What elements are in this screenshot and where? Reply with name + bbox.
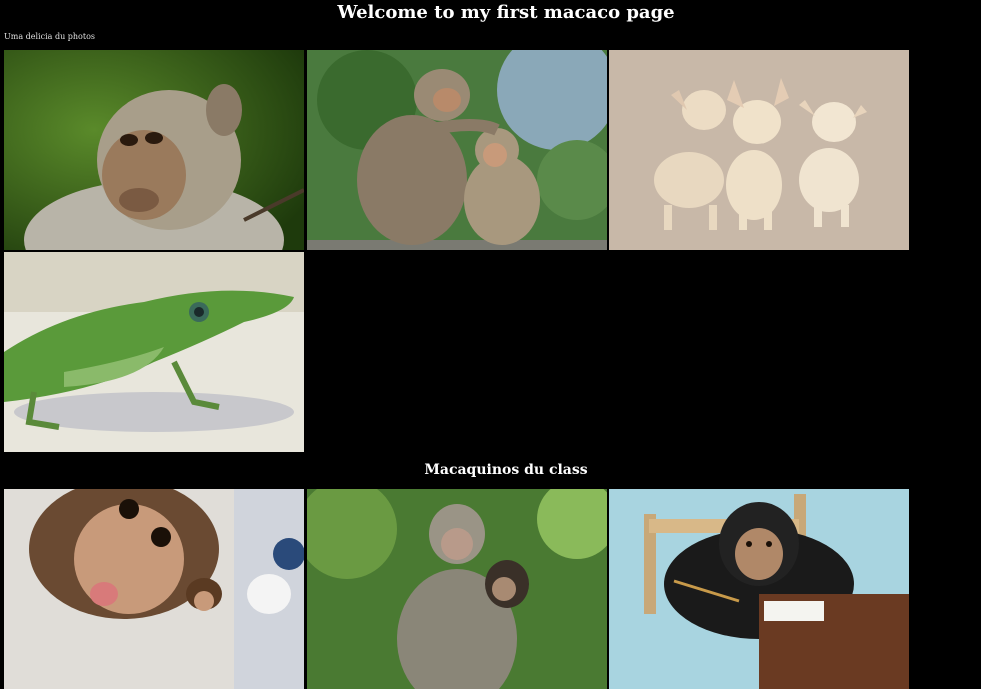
chimpanzee-image [609,489,909,689]
photo-macaque-grooming [307,50,607,250]
photo-lizard [4,252,304,452]
macaque-portrait-image [4,50,304,250]
lizard-image [4,252,304,452]
photo-young-macaque [4,50,304,250]
photo-macaque-with-baby [307,489,607,689]
macaque-grooming-image [307,50,607,250]
page-subtitle: Uma delicia du photos [4,32,96,41]
page-title: Welcome to my first macaco page [337,2,675,23]
baby-monkey-image [4,489,304,689]
photo-chihuahuas [609,50,909,250]
photo-chimpanzee-desk [609,489,909,689]
macaque-with-baby-image [307,489,607,689]
section-heading: Macaquinos du class [424,462,588,478]
photo-baby-monkey-selfie [4,489,304,689]
chihuahuas-image [609,50,909,250]
